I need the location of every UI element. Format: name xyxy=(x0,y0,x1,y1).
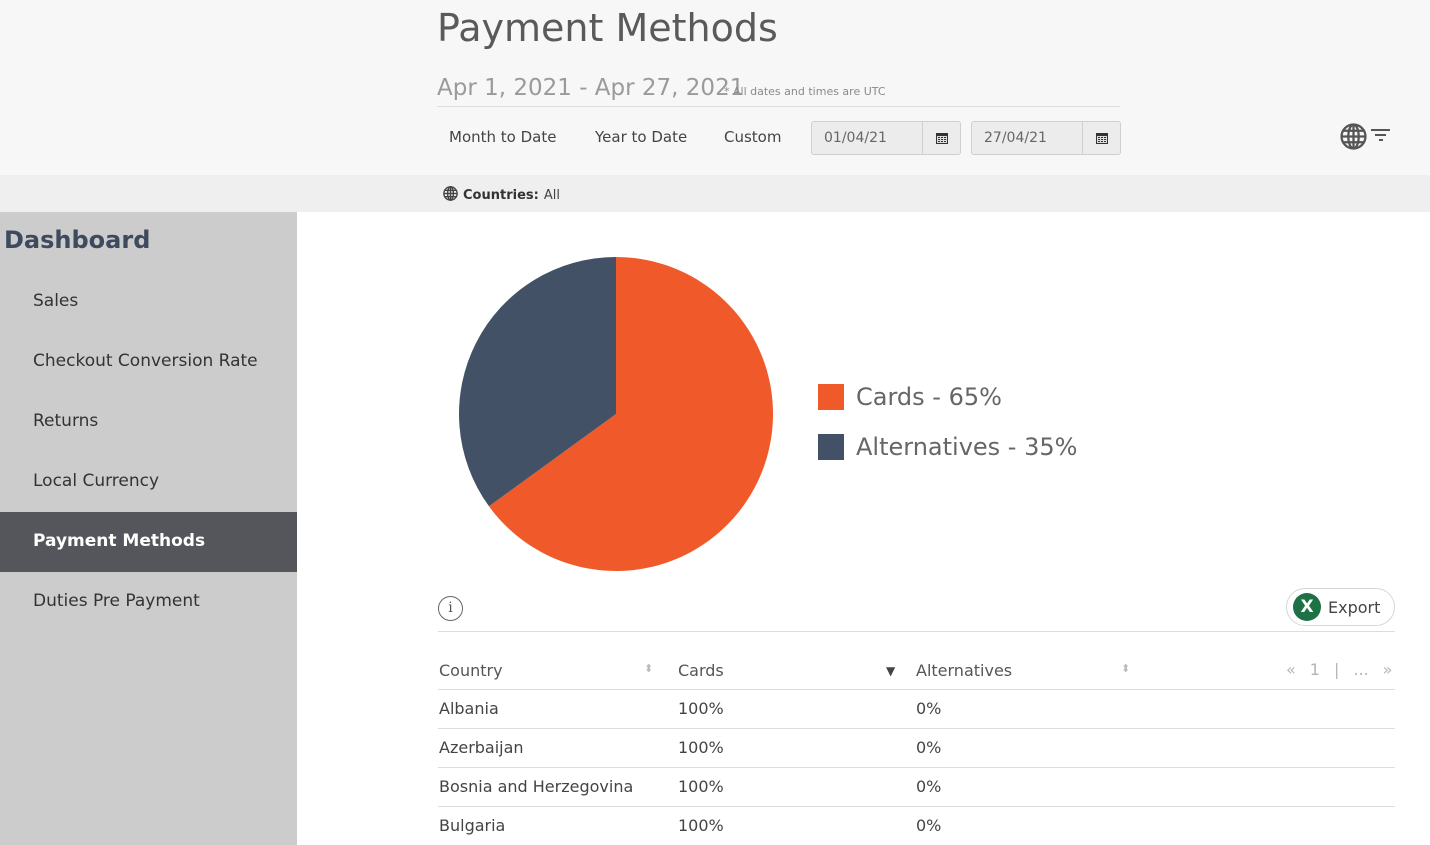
legend-label-alternatives: Alternatives - 35% xyxy=(856,433,1078,461)
more-pages-button[interactable]: ... xyxy=(1353,660,1368,679)
cell-country: Azerbaijan xyxy=(439,738,524,757)
legend-swatch-cards xyxy=(818,384,844,410)
page-1-button[interactable]: 1 xyxy=(1310,660,1320,679)
page-title: Payment Methods xyxy=(437,6,778,50)
sidebar-item-checkout-conversion-rate[interactable]: Checkout Conversion Rate xyxy=(0,332,297,392)
sidebar: Dashboard Sales Checkout Conversion Rate… xyxy=(0,212,297,845)
cell-cards: 100% xyxy=(678,777,724,796)
divider xyxy=(438,689,1395,690)
sidebar-item-returns[interactable]: Returns xyxy=(0,392,297,452)
country-filter[interactable]: Countries: All xyxy=(443,186,560,205)
sidebar-item-duties-pre-payment[interactable]: Duties Pre Payment xyxy=(0,572,297,632)
sort-icon[interactable]: ⬍ xyxy=(1121,662,1130,675)
country-filter-bar xyxy=(0,175,1430,212)
column-header-country[interactable]: Country xyxy=(439,661,503,680)
legend-item-alternatives[interactable]: Alternatives - 35% xyxy=(818,422,1077,472)
calendar-icon[interactable] xyxy=(1082,122,1120,154)
countries-label: Countries: xyxy=(463,188,539,203)
sidebar-title[interactable]: Dashboard xyxy=(4,226,150,254)
cell-cards: 100% xyxy=(678,816,724,835)
info-icon[interactable]: i xyxy=(438,596,463,621)
divider xyxy=(438,728,1395,729)
cell-cards: 100% xyxy=(678,699,724,718)
column-header-cards[interactable]: Cards xyxy=(678,661,724,680)
sidebar-item-sales[interactable]: Sales xyxy=(0,272,297,332)
sidebar-item-payment-methods[interactable]: Payment Methods xyxy=(0,512,297,572)
end-date-input[interactable]: 27/04/21 xyxy=(971,121,1121,155)
export-button[interactable]: X Export xyxy=(1286,588,1395,626)
cell-alternatives: 0% xyxy=(916,699,942,718)
globe-icon[interactable] xyxy=(1340,123,1367,154)
pager-separator: | xyxy=(1333,660,1340,679)
sort-descending-icon[interactable]: ▼ xyxy=(886,664,895,678)
divider xyxy=(438,767,1395,768)
calendar-icon[interactable] xyxy=(922,122,960,154)
custom-range-button[interactable]: Custom xyxy=(724,128,781,146)
filter-icon[interactable] xyxy=(1371,128,1391,148)
payment-methods-pie-chart xyxy=(459,257,773,571)
divider xyxy=(438,631,1395,632)
year-to-date-button[interactable]: Year to Date xyxy=(595,128,687,146)
cell-alternatives: 0% xyxy=(916,738,942,757)
start-date-input[interactable]: 01/04/21 xyxy=(811,121,961,155)
start-date-value[interactable]: 01/04/21 xyxy=(812,122,922,154)
month-to-date-button[interactable]: Month to Date xyxy=(449,128,556,146)
cell-alternatives: 0% xyxy=(916,816,942,835)
date-range: Apr 1, 2021 - Apr 27, 2021 xyxy=(437,75,745,101)
sort-icon[interactable]: ⬍ xyxy=(644,662,653,675)
pagination: « 1 | ... » xyxy=(1286,660,1392,679)
last-page-button[interactable]: » xyxy=(1383,660,1393,679)
cell-country: Bosnia and Herzegovina xyxy=(439,777,634,796)
cell-alternatives: 0% xyxy=(916,777,942,796)
column-header-alternatives[interactable]: Alternatives xyxy=(916,661,1012,680)
cell-country: Bulgaria xyxy=(439,816,506,835)
legend-item-cards[interactable]: Cards - 65% xyxy=(818,372,1077,422)
excel-icon: X xyxy=(1293,593,1321,621)
first-page-button[interactable]: « xyxy=(1286,660,1296,679)
end-date-value[interactable]: 27/04/21 xyxy=(972,122,1082,154)
legend-swatch-alternatives xyxy=(818,434,844,460)
sidebar-item-local-currency[interactable]: Local Currency xyxy=(0,452,297,512)
legend-label-cards: Cards - 65% xyxy=(856,383,1002,411)
header: Payment Methods Apr 1, 2021 - Apr 27, 20… xyxy=(0,0,1430,175)
chart-legend: Cards - 65% Alternatives - 35% xyxy=(818,372,1077,472)
countries-value[interactable]: All xyxy=(544,188,560,203)
divider xyxy=(438,806,1395,807)
cell-cards: 100% xyxy=(678,738,724,757)
globe-icon xyxy=(443,186,458,205)
date-note: * All dates and times are UTC xyxy=(724,85,886,98)
cell-country: Albania xyxy=(439,699,499,718)
export-label: Export xyxy=(1328,597,1381,617)
divider xyxy=(437,106,1120,107)
